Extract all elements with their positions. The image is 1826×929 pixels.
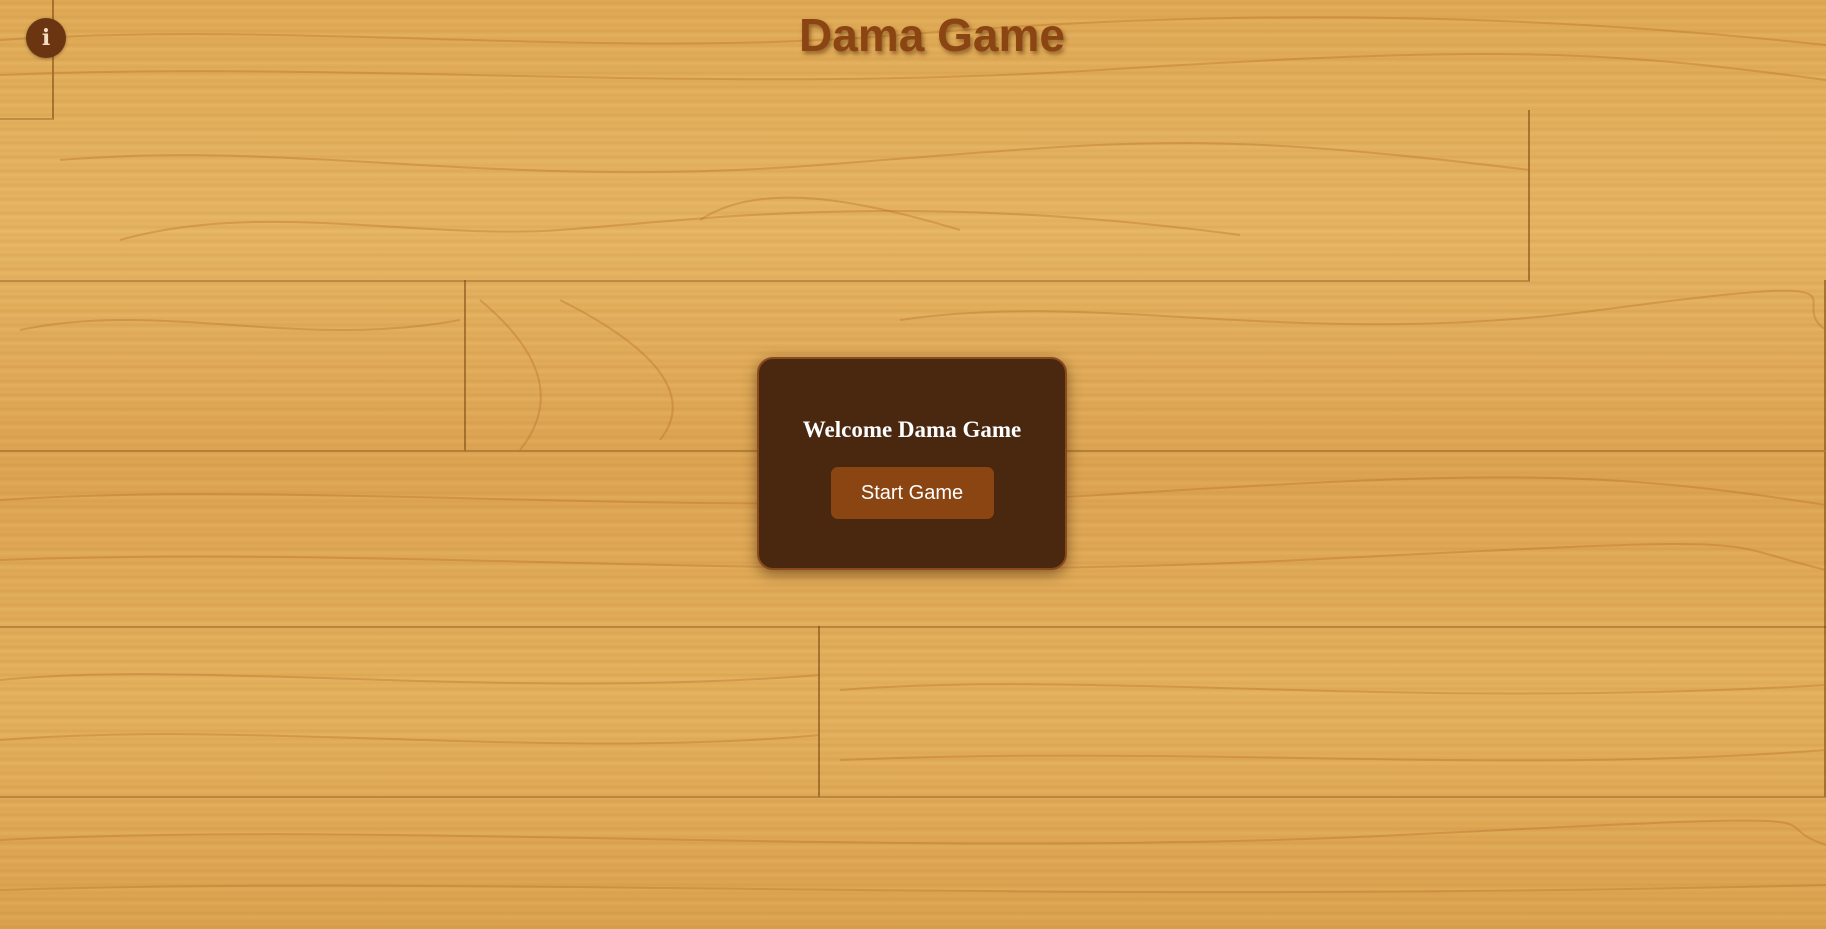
page-title: Dama Game bbox=[799, 9, 1065, 61]
welcome-dialog: Welcome Dama Game Start Game bbox=[757, 357, 1067, 570]
welcome-title: Welcome Dama Game bbox=[802, 417, 1022, 442]
start-game-button[interactable]: Start Game bbox=[830, 467, 994, 519]
